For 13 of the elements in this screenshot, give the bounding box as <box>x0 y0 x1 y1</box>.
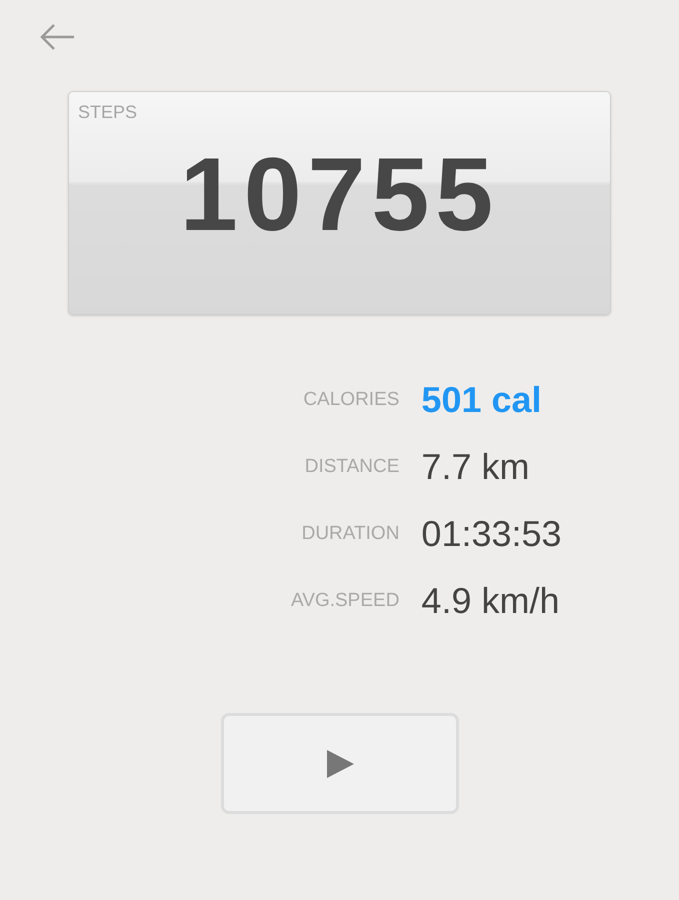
stat-label: DURATION <box>302 522 400 544</box>
play-button[interactable] <box>220 713 458 814</box>
stat-value: 7.7 km <box>421 445 530 489</box>
stat-label: AVG.SPEED <box>291 590 400 612</box>
stat-label: CALORIES <box>303 388 400 410</box>
back-arrow-icon[interactable] <box>38 22 76 52</box>
steps-count: 10755 <box>180 143 500 247</box>
stat-value: 501 cal <box>421 378 542 422</box>
stat-label: DISTANCE <box>304 456 400 478</box>
steps-label: STEPS <box>77 101 138 123</box>
stat-value: 01:33:53 <box>421 512 562 556</box>
play-icon <box>324 748 354 778</box>
stat-value: 4.9 km/h <box>421 579 560 623</box>
